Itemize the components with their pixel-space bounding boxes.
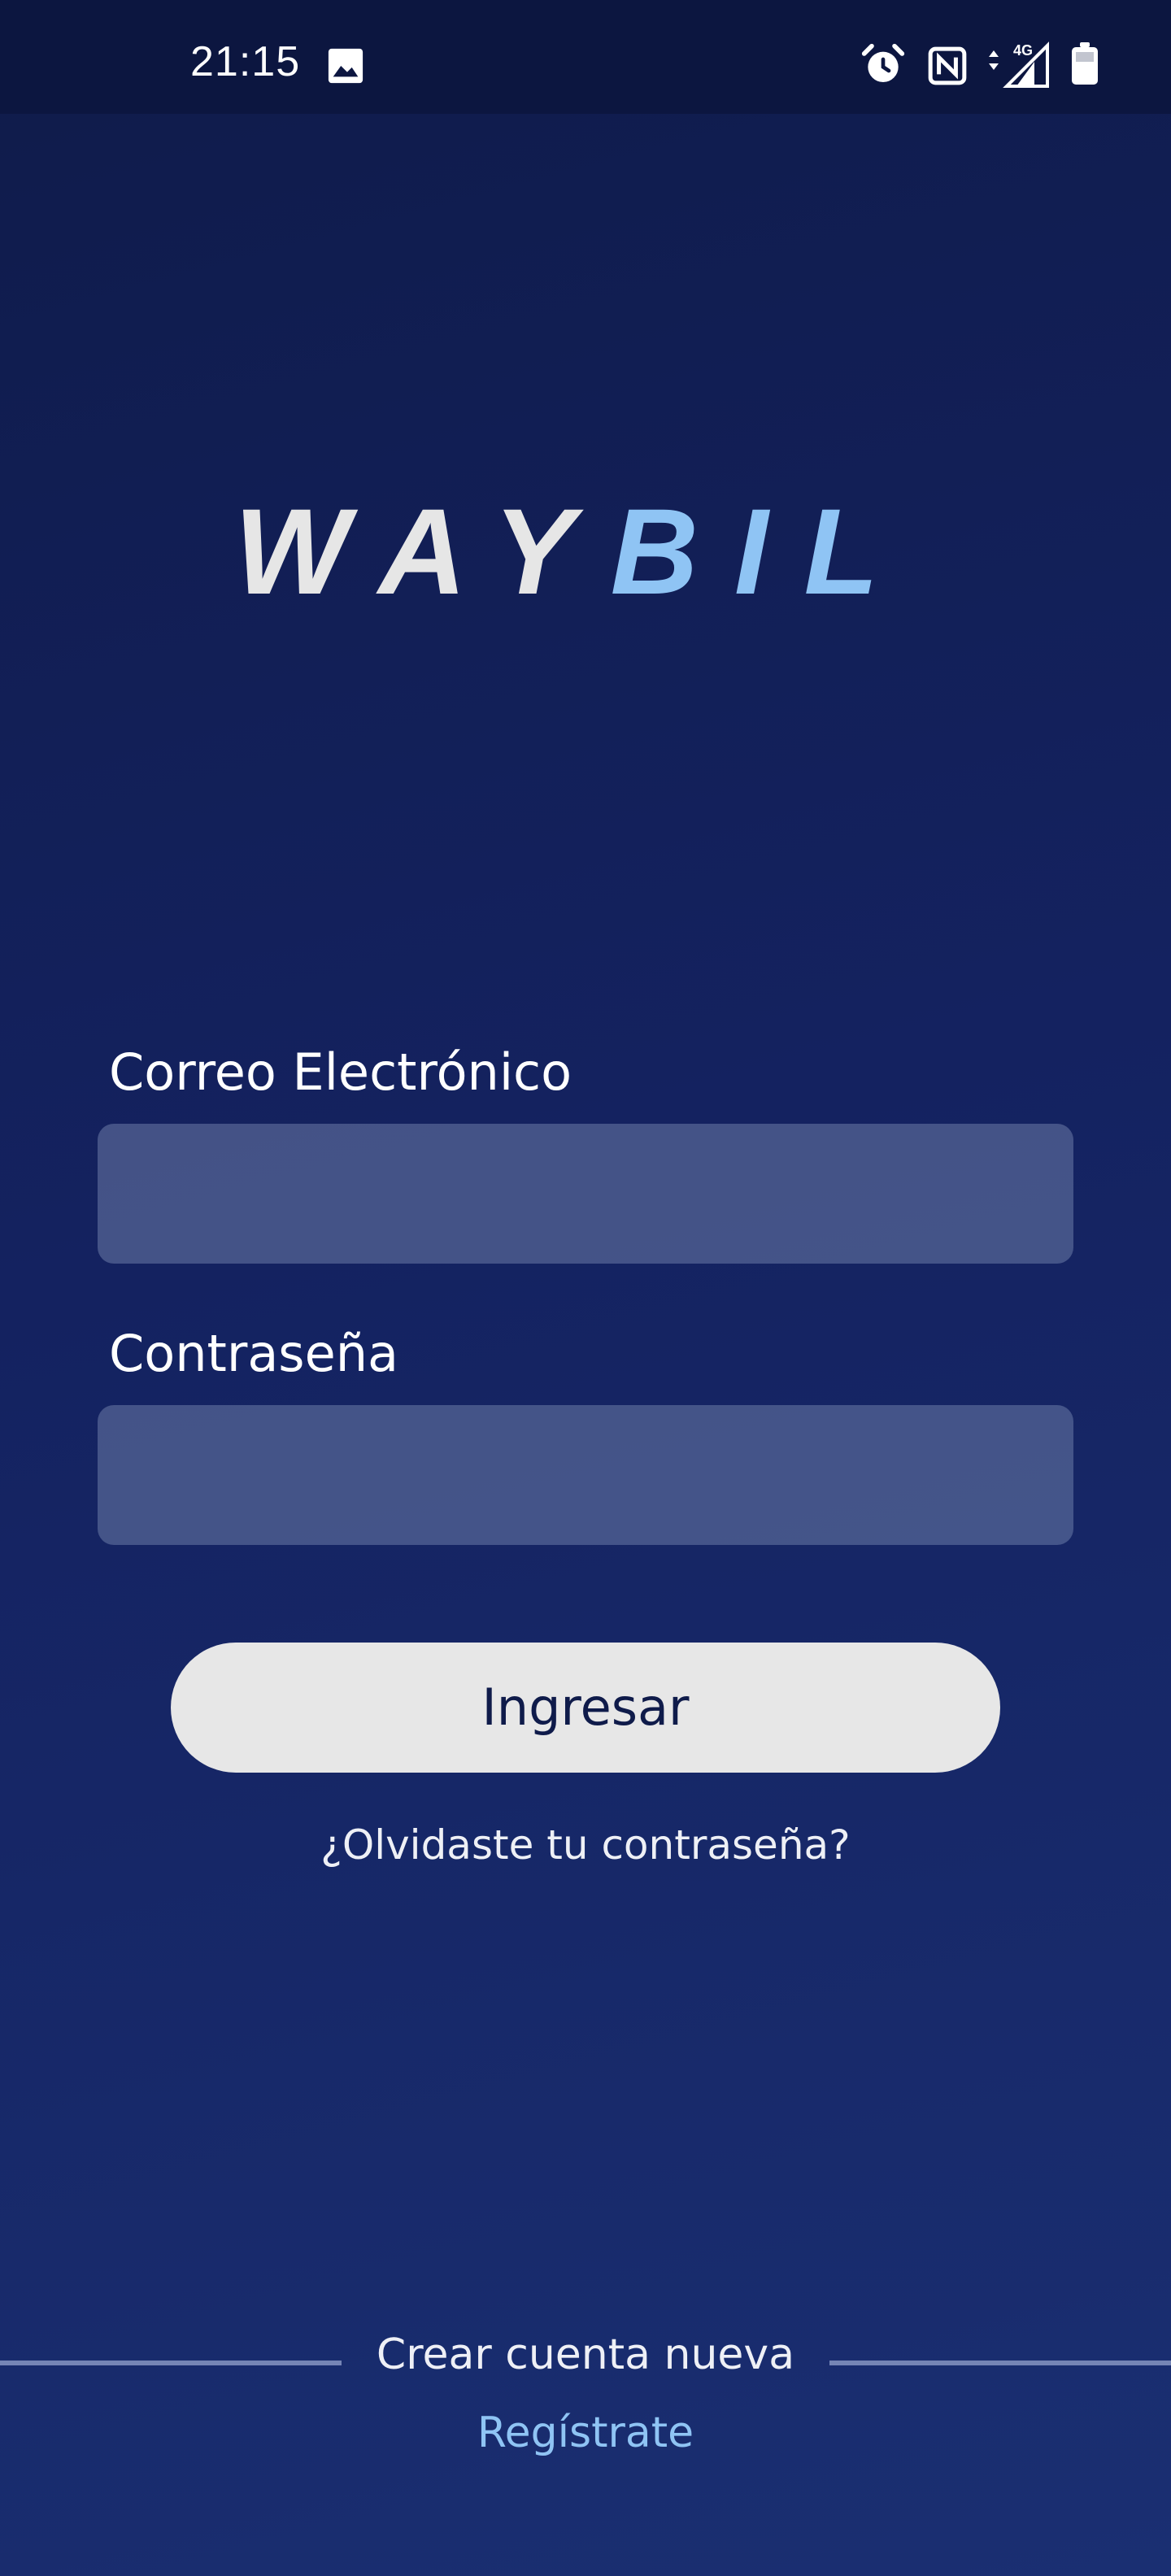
status-bar: 21:15 4G <box>0 0 1171 114</box>
image-icon <box>327 47 364 85</box>
battery-icon <box>1070 42 1099 86</box>
login-button[interactable]: Ingresar <box>171 1643 1000 1773</box>
network-type-label: 4G <box>1013 42 1033 59</box>
waybil-logo: WAYBIL <box>234 483 950 620</box>
nfc-icon <box>927 46 968 86</box>
forgot-password-link[interactable]: ¿Olvidaste tu contraseña? <box>0 1821 1171 1869</box>
alarm-icon <box>860 42 906 88</box>
email-label: Correo Electrónico <box>109 1042 572 1102</box>
divider-left <box>0 2361 342 2365</box>
logo-part-bil: BIL <box>611 488 915 610</box>
logo-part-way: WAY <box>234 488 611 610</box>
create-account-label: Crear cuenta nueva <box>376 2330 795 2379</box>
email-input[interactable] <box>98 1124 1073 1264</box>
signal-4g-icon: 4G <box>986 41 1051 88</box>
register-link[interactable]: Regístrate <box>0 2408 1171 2457</box>
divider-right <box>829 2361 1171 2365</box>
password-label: Contraseña <box>109 1324 399 1383</box>
password-input[interactable] <box>98 1405 1073 1545</box>
status-time: 21:15 <box>190 38 301 85</box>
logo-text: WAYBIL <box>234 488 914 610</box>
